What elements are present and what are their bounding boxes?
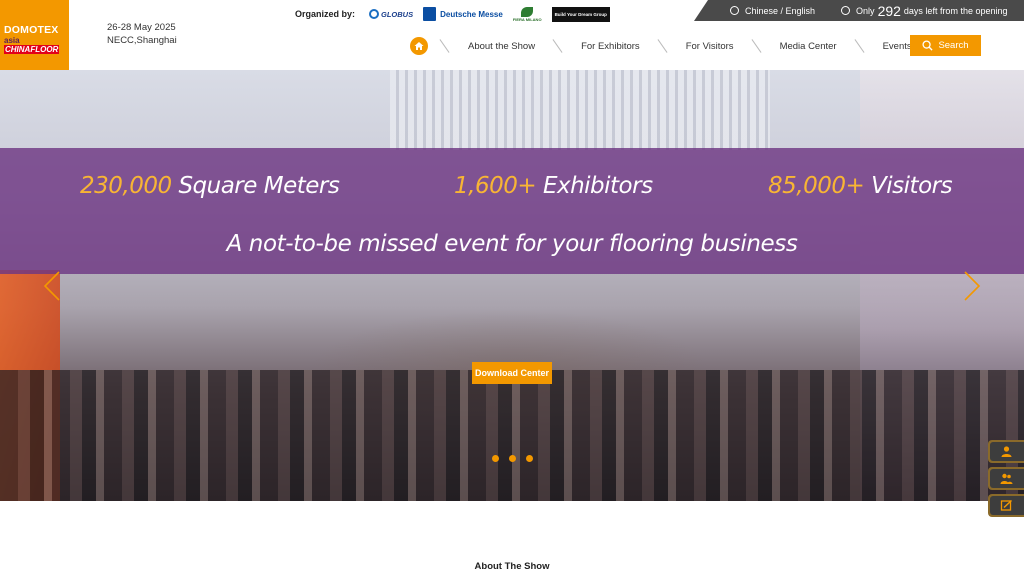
site-header: DOMOTEX asia CHINAFLOOR 26-28 May 2025 N… [0, 0, 1024, 70]
language-switch[interactable]: Chinese / English [730, 6, 815, 16]
carousel-prev-arrow-icon[interactable] [42, 270, 62, 302]
hero-photo-crowd [0, 370, 1024, 501]
countdown-days: 292 [877, 2, 901, 19]
about-section-title: About The Show [474, 561, 550, 572]
globe-icon [730, 6, 739, 15]
user-icon [1001, 446, 1011, 457]
hero-tagline: A not-to-be missed event for your floori… [226, 231, 798, 257]
logo-wordmark: DOMOTEX [4, 24, 59, 36]
nav-item-media[interactable]: Media Center [768, 41, 849, 52]
organizers-label: Organized by: [295, 9, 356, 19]
carousel-dot[interactable] [492, 455, 499, 462]
nav-divider [849, 37, 871, 55]
hero-stats-banner: 230,000 Square Meters 1,600+ Exhibitors … [0, 148, 1024, 274]
home-icon [414, 42, 424, 50]
organizers-bar: Organized by: GLOBUS Deutsche Messe FIER… [295, 4, 620, 24]
organizer-logo-deutsche-messe[interactable]: Deutsche Messe [423, 7, 503, 21]
carousel-dot[interactable] [526, 455, 533, 462]
nav-divider [652, 37, 674, 55]
stat-exhibitors: 1,600+ Exhibitors [454, 173, 653, 199]
organizer-logo-fiera-milano[interactable]: FIERA MILANO [513, 6, 542, 22]
carousel-next-arrow-icon[interactable] [962, 270, 982, 302]
nav-item-visitors[interactable]: For Visitors [674, 41, 746, 52]
countdown: Only 292 days left from the opening [841, 3, 1007, 19]
carousel-pagination [492, 455, 543, 462]
top-utility-bar: Chinese / English Only 292 days left fro… [694, 0, 1024, 21]
hero-stats: 230,000 Square Meters 1,600+ Exhibitors … [0, 173, 1024, 203]
nav-divider [746, 37, 768, 55]
download-center-button[interactable]: Download Center [472, 362, 552, 384]
hero-carousel[interactable]: 230,000 Square Meters 1,600+ Exhibitors … [0, 70, 1024, 501]
domotex-logo[interactable]: DOMOTEX asia CHINAFLOOR [0, 0, 69, 70]
search-button[interactable]: Search [910, 35, 981, 56]
main-nav: About the Show For Exhibitors For Visito… [410, 35, 924, 57]
users-icon [1000, 473, 1012, 484]
deutsche-messe-mark-icon [423, 7, 437, 21]
event-info: 26-28 May 2025 NECC,Shanghai [107, 21, 177, 47]
event-dates: 26-28 May 2025 [107, 22, 176, 33]
side-tab-visitor[interactable] [988, 440, 1024, 463]
organizer-logo-bydg[interactable]: Build Your Dream Group [551, 6, 610, 22]
stat-area: 230,000 Square Meters [80, 173, 340, 199]
home-button[interactable] [410, 37, 428, 55]
search-icon [922, 40, 934, 51]
clock-icon [841, 6, 851, 15]
edit-icon [1000, 499, 1012, 511]
hero-photo-roof [390, 70, 770, 150]
floating-side-tabs [988, 440, 1024, 521]
fiera-milano-leaf-icon [521, 6, 534, 17]
globus-ring-icon [369, 9, 380, 19]
side-tab-group[interactable] [988, 467, 1024, 490]
nav-item-about[interactable]: About the Show [456, 41, 547, 52]
logo-subtitle: asia CHINAFLOOR [4, 36, 60, 54]
nav-divider [547, 37, 569, 55]
side-tab-register[interactable] [988, 494, 1024, 517]
nav-item-exhibitors[interactable]: For Exhibitors [569, 41, 652, 52]
organizer-logo-globus[interactable]: GLOBUS [369, 9, 413, 19]
carousel-dot[interactable] [509, 455, 516, 462]
nav-divider [434, 37, 456, 55]
event-venue: NECC,Shanghai [107, 35, 177, 46]
stat-visitors: 85,000+ Visitors [768, 173, 953, 199]
